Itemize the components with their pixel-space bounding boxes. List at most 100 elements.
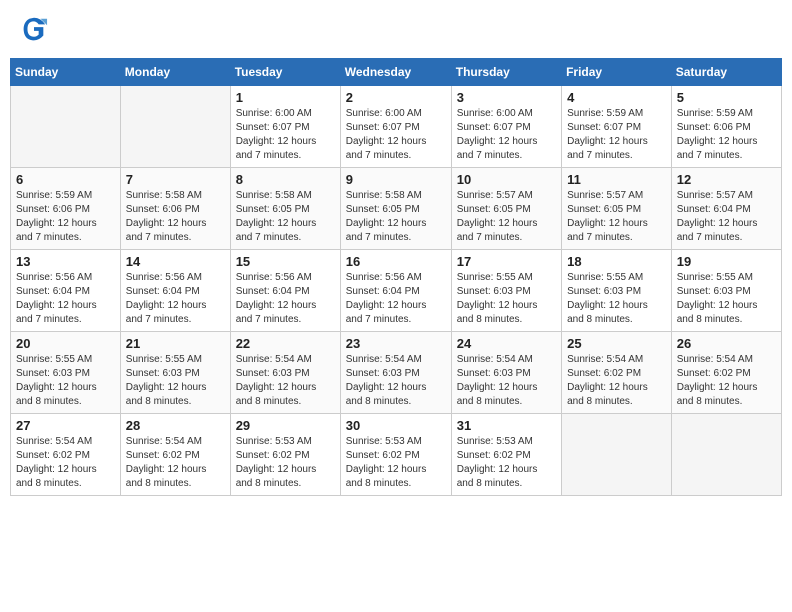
day-info: Sunrise: 5:56 AMSunset: 6:04 PMDaylight:… [346,271,446,327]
day-number: 28 [126,418,225,433]
day-info: Sunrise: 5:54 AMSunset: 6:02 PMDaylight:… [677,353,776,409]
day-number: 4 [567,90,666,105]
day-info: Sunrise: 6:00 AMSunset: 6:07 PMDaylight:… [346,107,446,163]
day-number: 8 [236,172,335,187]
day-info: Sunrise: 5:54 AMSunset: 6:02 PMDaylight:… [567,353,666,409]
day-info: Sunrise: 5:57 AMSunset: 6:05 PMDaylight:… [567,189,666,245]
calendar-cell: 2 Sunrise: 6:00 AMSunset: 6:07 PMDaylight… [340,86,451,168]
day-info: Sunrise: 5:58 AMSunset: 6:05 PMDaylight:… [236,189,335,245]
day-number: 20 [16,336,115,351]
day-info: Sunrise: 5:55 AMSunset: 6:03 PMDaylight:… [677,271,776,327]
day-number: 21 [126,336,225,351]
calendar-cell [562,414,672,496]
day-number: 3 [457,90,556,105]
weekday-header-wednesday: Wednesday [340,59,451,86]
calendar-cell: 4Sunrise: 5:59 AMSunset: 6:07 PMDaylight… [562,86,672,168]
calendar-cell [11,86,121,168]
weekday-header-sunday: Sunday [11,59,121,86]
day-number: 5 [677,90,776,105]
day-info: Sunrise: 5:56 AMSunset: 6:04 PMDaylight:… [16,271,115,327]
day-info: Sunrise: 5:57 AMSunset: 6:05 PMDaylight:… [457,189,556,245]
day-info: Sunrise: 5:54 AMSunset: 6:03 PMDaylight:… [346,353,446,409]
day-number: 15 [236,254,335,269]
day-info: Sunrise: 5:57 AMSunset: 6:04 PMDaylight:… [677,189,776,245]
day-info: Sunrise: 5:53 AMSunset: 6:02 PMDaylight:… [346,435,446,491]
calendar-cell: 25 Sunrise: 5:54 AMSunset: 6:02 PMDayligh… [562,332,672,414]
day-info: Sunrise: 5:59 AMSunset: 6:06 PMDaylight:… [16,189,115,245]
calendar-cell: 30Sunrise: 5:53 AMSunset: 6:02 PMDayligh… [340,414,451,496]
day-number: 26 [677,336,776,351]
calendar-week-2: 6 Sunrise: 5:59 AMSunset: 6:06 PMDaylight… [11,168,782,250]
day-number: 29 [236,418,335,433]
day-info: Sunrise: 5:58 AMSunset: 6:06 PMDaylight:… [126,189,225,245]
page-header [10,10,782,48]
logo [20,15,50,43]
calendar-cell: 10 Sunrise: 5:57 AMSunset: 6:05 PMDayligh… [451,168,561,250]
day-number: 18 [567,254,666,269]
day-number: 11 [567,172,666,187]
calendar-cell: 21 Sunrise: 5:55 AMSunset: 6:03 PMDayligh… [120,332,230,414]
weekday-header-thursday: Thursday [451,59,561,86]
day-number: 27 [16,418,115,433]
calendar-cell: 7Sunrise: 5:58 AMSunset: 6:06 PMDaylight… [120,168,230,250]
weekday-header-tuesday: Tuesday [230,59,340,86]
day-number: 13 [16,254,115,269]
calendar-cell: 13 Sunrise: 5:56 AMSunset: 6:04 PMDayligh… [11,250,121,332]
day-info: Sunrise: 5:55 AMSunset: 6:03 PMDaylight:… [567,271,666,327]
day-number: 19 [677,254,776,269]
day-info: Sunrise: 5:59 AMSunset: 6:06 PMDaylight:… [677,107,776,163]
day-number: 6 [16,172,115,187]
calendar-cell: 1Sunrise: 6:00 AMSunset: 6:07 PMDaylight… [230,86,340,168]
day-info: Sunrise: 5:54 AMSunset: 6:03 PMDaylight:… [457,353,556,409]
day-number: 2 [346,90,446,105]
calendar-week-4: 20 Sunrise: 5:55 AMSunset: 6:03 PMDayligh… [11,332,782,414]
calendar-cell: 18 Sunrise: 5:55 AMSunset: 6:03 PMDayligh… [562,250,672,332]
calendar-cell: 3 Sunrise: 6:00 AMSunset: 6:07 PMDaylight… [451,86,561,168]
day-info: Sunrise: 5:58 AMSunset: 6:05 PMDaylight:… [346,189,446,245]
day-number: 9 [346,172,446,187]
day-info: Sunrise: 5:56 AMSunset: 6:04 PMDaylight:… [236,271,335,327]
day-info: Sunrise: 6:00 AMSunset: 6:07 PMDaylight:… [236,107,335,163]
calendar-cell: 27 Sunrise: 5:54 AMSunset: 6:02 PMDayligh… [11,414,121,496]
calendar-cell: 12Sunrise: 5:57 AMSunset: 6:04 PMDayligh… [671,168,781,250]
day-number: 22 [236,336,335,351]
day-info: Sunrise: 5:54 AMSunset: 6:02 PMDaylight:… [16,435,115,491]
day-info: Sunrise: 5:55 AMSunset: 6:03 PMDaylight:… [16,353,115,409]
logo-icon [20,15,48,43]
calendar-cell: 20 Sunrise: 5:55 AMSunset: 6:03 PMDayligh… [11,332,121,414]
calendar-cell: 8 Sunrise: 5:58 AMSunset: 6:05 PMDaylight… [230,168,340,250]
day-info: Sunrise: 5:55 AMSunset: 6:03 PMDaylight:… [126,353,225,409]
calendar-cell [120,86,230,168]
calendar-cell: 14Sunrise: 5:56 AMSunset: 6:04 PMDayligh… [120,250,230,332]
weekday-header-friday: Friday [562,59,672,86]
calendar-cell: 17Sunrise: 5:55 AMSunset: 6:03 PMDayligh… [451,250,561,332]
calendar-cell: 29 Sunrise: 5:53 AMSunset: 6:02 PMDayligh… [230,414,340,496]
day-number: 25 [567,336,666,351]
day-number: 31 [457,418,556,433]
calendar-cell: 22Sunrise: 5:54 AMSunset: 6:03 PMDayligh… [230,332,340,414]
calendar-cell: 19 Sunrise: 5:55 AMSunset: 6:03 PMDayligh… [671,250,781,332]
calendar-cell: 23 Sunrise: 5:54 AMSunset: 6:03 PMDayligh… [340,332,451,414]
day-number: 23 [346,336,446,351]
day-info: Sunrise: 5:54 AMSunset: 6:02 PMDaylight:… [126,435,225,491]
calendar-cell: 31 Sunrise: 5:53 AMSunset: 6:02 PMDayligh… [451,414,561,496]
calendar-cell: 6 Sunrise: 5:59 AMSunset: 6:06 PMDaylight… [11,168,121,250]
day-info: Sunrise: 5:53 AMSunset: 6:02 PMDaylight:… [236,435,335,491]
day-number: 10 [457,172,556,187]
day-info: Sunrise: 6:00 AMSunset: 6:07 PMDaylight:… [457,107,556,163]
calendar-cell: 11 Sunrise: 5:57 AMSunset: 6:05 PMDayligh… [562,168,672,250]
calendar-cell: 5 Sunrise: 5:59 AMSunset: 6:06 PMDaylight… [671,86,781,168]
calendar-table: SundayMondayTuesdayWednesdayThursdayFrid… [10,58,782,496]
day-info: Sunrise: 5:53 AMSunset: 6:02 PMDaylight:… [457,435,556,491]
calendar-week-1: 1Sunrise: 6:00 AMSunset: 6:07 PMDaylight… [11,86,782,168]
day-number: 16 [346,254,446,269]
calendar-cell: 24 Sunrise: 5:54 AMSunset: 6:03 PMDayligh… [451,332,561,414]
calendar-cell: 16 Sunrise: 5:56 AMSunset: 6:04 PMDayligh… [340,250,451,332]
calendar-cell: 15 Sunrise: 5:56 AMSunset: 6:04 PMDayligh… [230,250,340,332]
calendar-cell: 28 Sunrise: 5:54 AMSunset: 6:02 PMDayligh… [120,414,230,496]
day-number: 24 [457,336,556,351]
calendar-cell: 26 Sunrise: 5:54 AMSunset: 6:02 PMDayligh… [671,332,781,414]
calendar-cell [671,414,781,496]
calendar-week-5: 27 Sunrise: 5:54 AMSunset: 6:02 PMDayligh… [11,414,782,496]
day-info: Sunrise: 5:55 AMSunset: 6:03 PMDaylight:… [457,271,556,327]
